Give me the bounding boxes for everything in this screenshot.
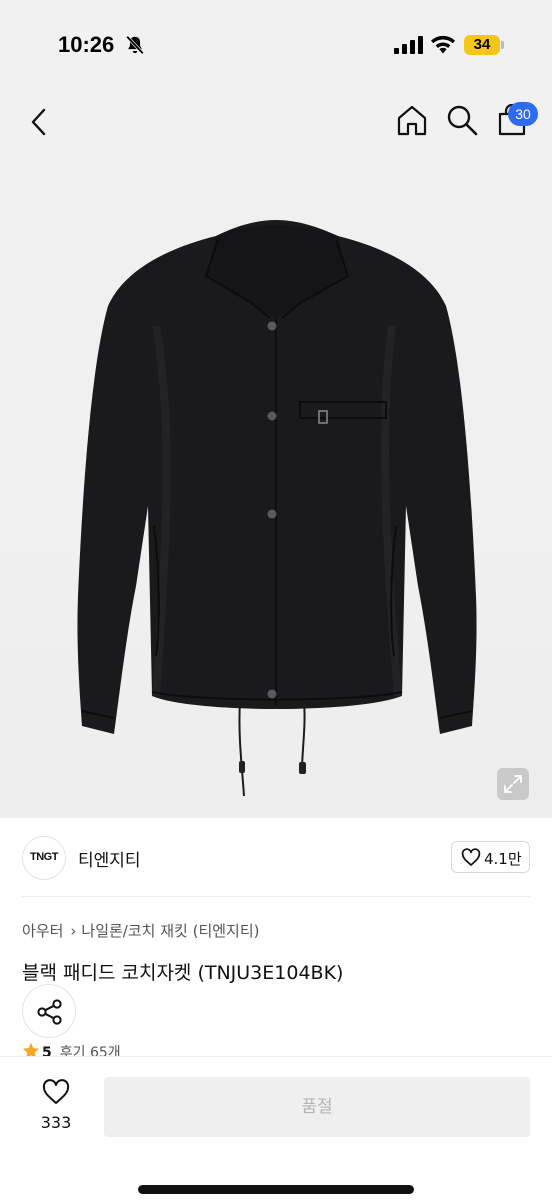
product-image[interactable] [56, 206, 496, 806]
search-icon[interactable] [444, 102, 480, 138]
brand-logo[interactable]: TNGT [22, 836, 66, 880]
chevron-right-icon: › [70, 922, 77, 940]
brand-name[interactable]: 티엔지티 [78, 846, 141, 871]
signal-icon [394, 36, 423, 54]
breadcrumb: 아우터 › 나일론/코치 재킷 (티엔지티) [22, 920, 260, 941]
divider [22, 896, 530, 897]
home-indicator [138, 1185, 414, 1194]
home-icon[interactable] [394, 102, 430, 138]
wishlist-button[interactable]: 333 [30, 1077, 82, 1141]
bell-off-icon [126, 35, 144, 55]
battery-level: 34 [473, 36, 491, 53]
heart-icon [42, 1079, 70, 1104]
cart-count-badge[interactable]: 30 [508, 102, 538, 126]
wifi-icon [431, 35, 455, 54]
breadcrumb-item[interactable]: 나일론/코치 재킷 (티엔지티) [81, 922, 259, 940]
share-button[interactable] [22, 984, 76, 1038]
brand-logo-text: TNGT [30, 851, 58, 863]
status-bar: 10:26 34 [0, 0, 552, 90]
status-time: 10:26 [58, 32, 115, 57]
brand-like-count: 4.1만 [484, 850, 522, 868]
share-icon [37, 999, 62, 1025]
back-icon[interactable] [24, 104, 56, 140]
wishlist-count: 333 [40, 1113, 72, 1132]
bottom-bar: 333 품절 [0, 1056, 552, 1200]
heart-icon [461, 848, 481, 866]
product-title: 블랙 패디드 코치자켓 (TNJU3E104BK) [22, 962, 344, 984]
brand-like-button[interactable]: 4.1만 [451, 841, 530, 873]
battery-icon: 34 [464, 35, 504, 55]
expand-image-button[interactable] [497, 768, 529, 800]
expand-icon [504, 775, 522, 793]
breadcrumb-item[interactable]: 아우터 [22, 922, 63, 940]
soldout-button[interactable]: 품절 [104, 1077, 530, 1137]
